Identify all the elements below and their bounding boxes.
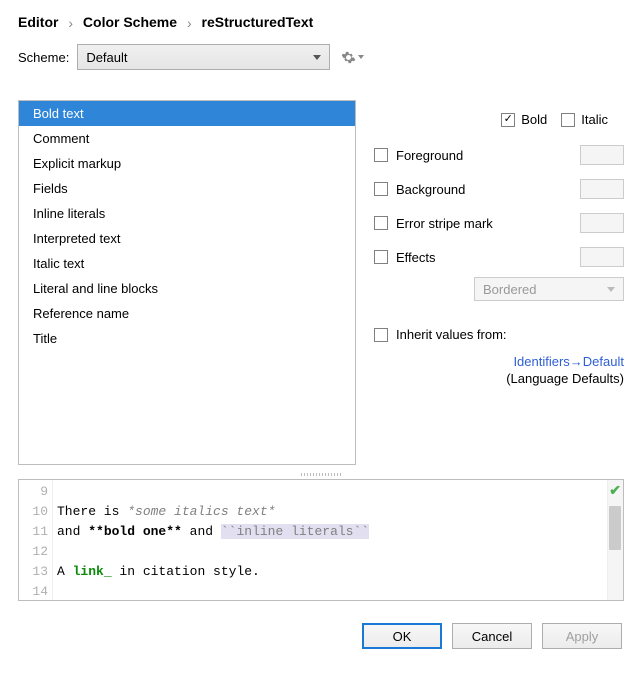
scheme-select[interactable]: Default	[77, 44, 330, 70]
chevron-down-icon	[358, 55, 364, 59]
list-item[interactable]: Literal and line blocks	[19, 276, 355, 301]
italic-checkbox[interactable]: Italic	[561, 112, 608, 127]
breadcrumb-color-scheme[interactable]: Color Scheme	[83, 14, 177, 30]
gear-icon	[341, 50, 356, 65]
foreground-checkbox[interactable]: Foreground	[374, 148, 463, 163]
list-item[interactable]: Interpreted text	[19, 226, 355, 251]
ok-button[interactable]: OK	[362, 623, 442, 649]
cancel-label: Cancel	[472, 629, 512, 644]
checkbox-icon	[374, 148, 388, 162]
background-label: Background	[396, 182, 465, 197]
italic-label: Italic	[581, 112, 608, 127]
checkbox-icon	[374, 250, 388, 264]
background-swatch[interactable]	[580, 179, 624, 199]
properties-panel: Bold Italic Foreground Background	[374, 100, 624, 465]
apply-label: Apply	[566, 629, 599, 644]
error-stripe-label: Error stripe mark	[396, 216, 493, 231]
line-number-gutter: 91011121314	[19, 480, 53, 600]
list-item[interactable]: Title	[19, 326, 355, 351]
inherit-sublabel: (Language Defaults)	[374, 371, 624, 386]
cancel-button[interactable]: Cancel	[452, 623, 532, 649]
scrollbar-thumb[interactable]	[609, 506, 621, 550]
checkbox-icon	[374, 216, 388, 230]
error-stripe-checkbox[interactable]: Error stripe mark	[374, 216, 493, 231]
list-item[interactable]: Inline literals	[19, 201, 355, 226]
attributes-list[interactable]: Bold textCommentExplicit markupFieldsInl…	[18, 100, 356, 465]
breadcrumb: Editor › Color Scheme › reStructuredText	[18, 14, 624, 30]
chevron-down-icon	[607, 287, 615, 292]
code-area[interactable]: There is *some italics text*and **bold o…	[57, 480, 605, 600]
effects-label: Effects	[396, 250, 436, 265]
bold-label: Bold	[521, 112, 547, 127]
chevron-down-icon	[313, 55, 321, 60]
list-item[interactable]: Reference name	[19, 301, 355, 326]
effects-checkbox[interactable]: Effects	[374, 250, 436, 265]
foreground-label: Foreground	[396, 148, 463, 163]
effects-type-value: Bordered	[483, 282, 536, 297]
checkbox-icon	[561, 113, 575, 127]
list-item[interactable]: Bold text	[19, 101, 355, 126]
checkbox-icon	[374, 182, 388, 196]
error-stripe-swatch[interactable]	[580, 213, 624, 233]
preview-scrollbar[interactable]: ✔	[607, 480, 623, 600]
effects-swatch[interactable]	[580, 247, 624, 267]
inherit-label: Inherit values from:	[396, 327, 507, 342]
inspection-ok-icon: ✔	[609, 482, 621, 499]
horizontal-splitter[interactable]	[18, 471, 624, 477]
scheme-settings-button[interactable]	[338, 44, 366, 70]
list-item[interactable]: Italic text	[19, 251, 355, 276]
background-checkbox[interactable]: Background	[374, 182, 465, 197]
breadcrumb-restructuredtext: reStructuredText	[202, 14, 314, 30]
bold-checkbox[interactable]: Bold	[501, 112, 547, 127]
foreground-swatch[interactable]	[580, 145, 624, 165]
checkbox-icon	[501, 113, 515, 127]
list-item[interactable]: Fields	[19, 176, 355, 201]
grip-icon	[301, 473, 341, 476]
scheme-value: Default	[86, 50, 127, 65]
checkbox-icon	[374, 328, 388, 342]
inherit-link[interactable]: Identifiers→Default	[374, 354, 624, 369]
scheme-label: Scheme:	[18, 50, 69, 65]
inherit-checkbox[interactable]: Inherit values from:	[374, 327, 624, 342]
ok-label: OK	[393, 629, 412, 644]
code-preview[interactable]: 91011121314 There is *some italics text*…	[18, 479, 624, 601]
chevron-right-icon: ›	[68, 15, 73, 31]
breadcrumb-editor[interactable]: Editor	[18, 14, 58, 30]
chevron-right-icon: ›	[187, 15, 192, 31]
effects-type-select[interactable]: Bordered	[474, 277, 624, 301]
list-item[interactable]: Explicit markup	[19, 151, 355, 176]
list-item[interactable]: Comment	[19, 126, 355, 151]
apply-button: Apply	[542, 623, 622, 649]
